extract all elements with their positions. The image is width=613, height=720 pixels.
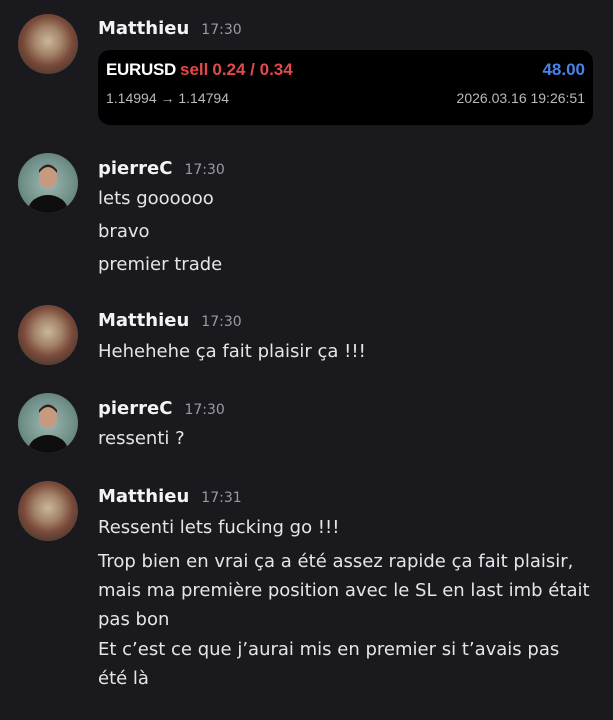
avatar[interactable] bbox=[18, 14, 78, 74]
message-header: pierreC 17:30 bbox=[98, 398, 225, 419]
timestamp: 17:30 bbox=[184, 162, 225, 178]
timestamp: 17:30 bbox=[184, 402, 225, 418]
username[interactable]: pierreC bbox=[98, 398, 172, 419]
message-text: premier trade bbox=[98, 254, 223, 275]
message-text: Ressenti lets fucking go !!! bbox=[98, 517, 340, 538]
trade-summary: EURUSD sell 0.24 / 0.34 bbox=[106, 60, 293, 80]
message-text: ressenti ? bbox=[98, 428, 185, 449]
message-text: Et c’est ce que j’aurai mis en premier s… bbox=[98, 639, 560, 689]
trade-card[interactable]: EURUSD sell 0.24 / 0.34 48.00 1.14994 → … bbox=[98, 50, 593, 125]
message-text: lets goooooo bbox=[98, 188, 214, 209]
trade-pair: EURUSD bbox=[106, 60, 176, 79]
trade-side: sell bbox=[180, 60, 209, 79]
username[interactable]: Matthieu bbox=[98, 18, 189, 39]
message-header: Matthieu 17:30 bbox=[98, 18, 242, 39]
username[interactable]: Matthieu bbox=[98, 486, 189, 507]
person-icon bbox=[28, 404, 68, 453]
trade-card-top-row: EURUSD sell 0.24 / 0.34 48.00 bbox=[106, 60, 585, 84]
message-text: Hehehehe ça fait plaisir ça !!! bbox=[98, 341, 366, 362]
avatar[interactable] bbox=[18, 393, 78, 453]
person-icon bbox=[28, 164, 68, 213]
trade-lots: 0.24 / 0.34 bbox=[212, 60, 293, 79]
trade-prices: 1.14994 → 1.14794 bbox=[106, 90, 229, 106]
timestamp: 17:31 bbox=[201, 490, 242, 506]
avatar[interactable] bbox=[18, 153, 78, 213]
trade-datetime: 2026.03.16 19:26:51 bbox=[456, 90, 585, 106]
username[interactable]: pierreC bbox=[98, 158, 172, 179]
timestamp: 17:30 bbox=[201, 22, 242, 38]
timestamp: 17:30 bbox=[201, 314, 242, 330]
message-header: Matthieu 17:31 bbox=[98, 486, 242, 507]
message-text: bravo bbox=[98, 221, 150, 242]
message-header: Matthieu 17:30 bbox=[98, 310, 242, 331]
avatar[interactable] bbox=[18, 481, 78, 541]
trade-pnl: 48.00 bbox=[542, 60, 585, 79]
avatar[interactable] bbox=[18, 305, 78, 365]
message-text: Trop bien en vrai ça a été assez rapide … bbox=[98, 551, 590, 630]
trade-card-bottom-row: 1.14994 → 1.14794 2026.03.16 19:26:51 bbox=[106, 90, 585, 106]
username[interactable]: Matthieu bbox=[98, 310, 189, 331]
message-header: pierreC 17:30 bbox=[98, 158, 225, 179]
